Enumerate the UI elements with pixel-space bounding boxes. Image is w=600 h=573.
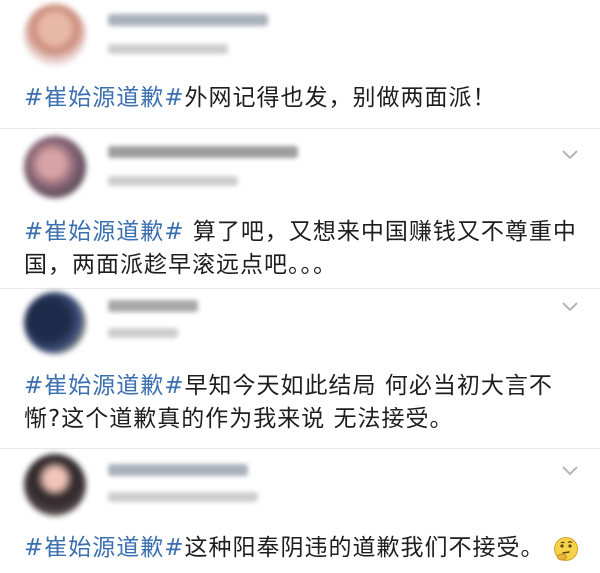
username[interactable] [108, 14, 268, 26]
hashtag-link[interactable]: #崔始源道歉# [24, 535, 185, 561]
username[interactable] [108, 300, 198, 312]
comment-meta [108, 492, 258, 502]
avatar[interactable] [24, 454, 86, 516]
comment-body: 这种阳奉阴违的道歉我们不接受。 [184, 535, 545, 561]
comment-text: #崔始源道歉# 算了吧，又想来中国赚钱又不尊重中国，两面派趁早滚远点吧。。。 [24, 216, 582, 282]
comment-meta [108, 44, 228, 54]
comment-meta [108, 328, 178, 338]
comment-text: #崔始源道歉#外网记得也发，别做两面派！ [24, 82, 582, 115]
avatar[interactable] [24, 136, 86, 198]
comment-text: #崔始源道歉#早知今天如此结局 何必当初大言不惭?这个道歉真的作为我来说 无法接… [24, 370, 582, 436]
thinking-face-icon [553, 536, 578, 561]
username[interactable] [108, 146, 298, 158]
hashtag-link[interactable]: #崔始源道歉# [24, 85, 185, 111]
comment-feed: #崔始源道歉#外网记得也发，别做两面派！ #崔始源道歉# 算了吧，又想来中国赚钱… [0, 0, 600, 573]
avatar[interactable] [24, 4, 86, 66]
comment-text: #崔始源道歉#这种阳奉阴违的道歉我们不接受。 [24, 532, 582, 565]
chevron-down-icon[interactable] [560, 148, 580, 162]
comment-body: 外网记得也发，别做两面派！ [184, 85, 497, 111]
comment-item: #崔始源道歉#这种阳奉阴违的道歉我们不接受。 [0, 448, 600, 573]
hashtag-link[interactable]: #崔始源道歉# [24, 219, 185, 245]
chevron-down-icon[interactable] [560, 464, 580, 478]
hashtag-link[interactable]: #崔始源道歉# [24, 373, 185, 399]
comment-item: #崔始源道歉#外网记得也发，别做两面派！ [0, 0, 600, 128]
chevron-down-icon[interactable] [560, 300, 580, 314]
comment-item: #崔始源道歉#早知今天如此结局 何必当初大言不惭?这个道歉真的作为我来说 无法接… [0, 288, 600, 448]
username[interactable] [108, 464, 248, 476]
comment-meta [108, 176, 238, 186]
comment-item: #崔始源道歉# 算了吧，又想来中国赚钱又不尊重中国，两面派趁早滚远点吧。。。 [0, 128, 600, 288]
avatar[interactable] [24, 292, 86, 354]
